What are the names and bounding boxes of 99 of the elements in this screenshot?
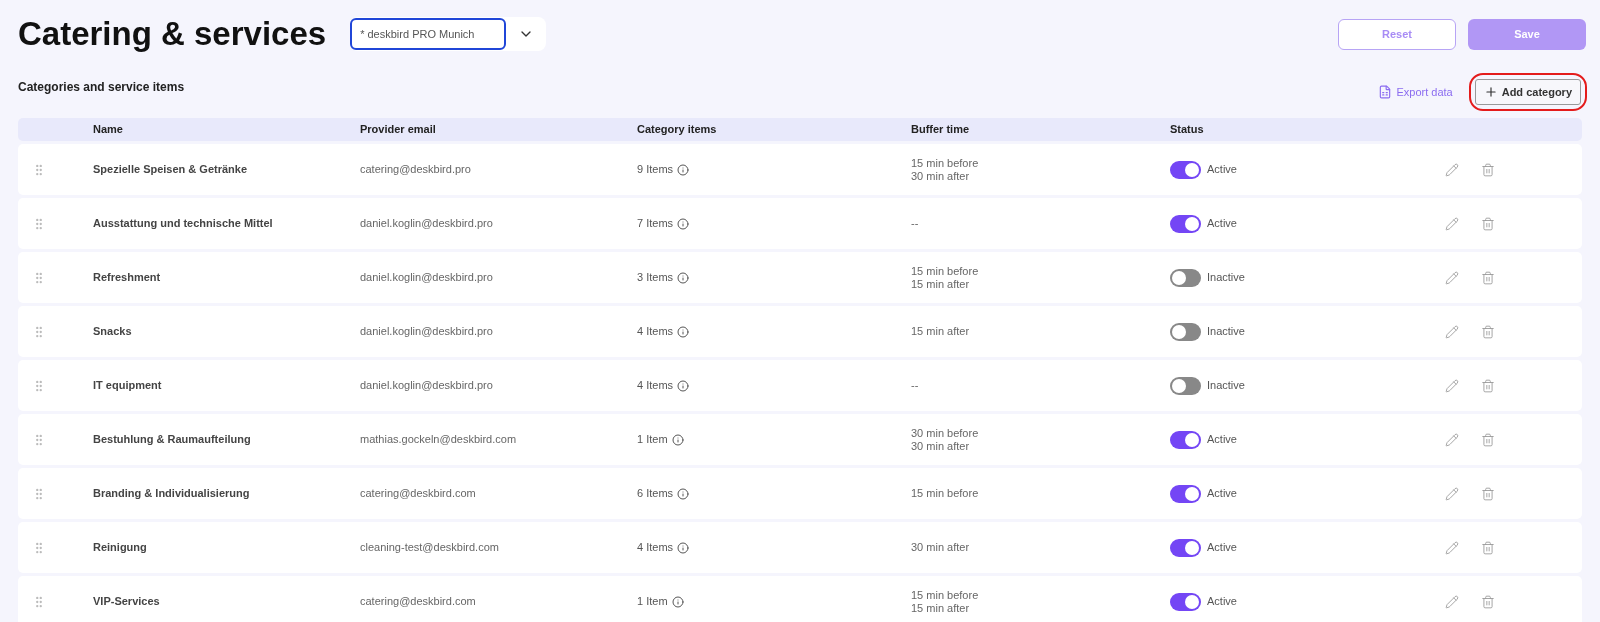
reset-button[interactable]: Reset	[1338, 18, 1456, 50]
spreadsheet-icon	[1378, 85, 1393, 99]
category-name: Bestuhlung & Raumaufteilung	[93, 432, 252, 448]
category-name: Reinigung	[93, 540, 148, 556]
delete-icon[interactable]	[1481, 540, 1495, 555]
edit-icon[interactable]	[1445, 270, 1459, 285]
info-icon[interactable]	[677, 325, 690, 338]
buffer-time: 30 min after	[911, 439, 971, 453]
status-label: Inactive	[1207, 270, 1245, 286]
status-toggle[interactable]	[1170, 484, 1201, 503]
category-name: Spezielle Speisen & Getränke	[93, 162, 249, 178]
category-name: Snacks	[93, 324, 133, 340]
provider-email: mathias.gockeln@deskbird.com	[360, 432, 518, 448]
column-header: Buffer time	[911, 122, 971, 138]
edit-icon[interactable]	[1445, 324, 1459, 339]
item-count: 4 Items	[637, 378, 674, 394]
edit-icon[interactable]	[1445, 540, 1459, 555]
item-count: 4 Items	[637, 540, 674, 556]
edit-icon[interactable]	[1445, 162, 1459, 177]
column-header: Category items	[637, 122, 718, 138]
category-name: VIP-Services	[93, 594, 161, 610]
item-count: 6 Items	[637, 486, 674, 502]
buffer-time: 15 min after	[911, 325, 971, 338]
info-icon[interactable]	[677, 217, 690, 230]
status-label: Active	[1207, 486, 1237, 502]
info-icon[interactable]	[671, 595, 684, 608]
status-toggle[interactable]	[1170, 160, 1201, 179]
add-category-button[interactable]: Add category	[1474, 79, 1581, 105]
provider-email: daniel.koglin@deskbird.pro	[360, 216, 494, 232]
status-label: Inactive	[1207, 324, 1245, 340]
delete-icon[interactable]	[1481, 324, 1495, 339]
buffer-time: 15 min before	[911, 487, 980, 500]
delete-icon[interactable]	[1481, 432, 1495, 447]
status-label: Active	[1207, 594, 1237, 610]
delete-icon[interactable]	[1481, 378, 1495, 393]
buffer-time: --	[911, 379, 920, 392]
buffer-time: 30 min after	[911, 169, 971, 183]
category-name: Branding & Individualisierung	[93, 486, 251, 502]
status-label: Active	[1207, 540, 1237, 556]
buffer-time: 30 min after	[911, 541, 971, 554]
item-count: 1 Item	[637, 594, 668, 610]
provider-email: catering@deskbird.com	[360, 486, 477, 502]
info-icon[interactable]	[677, 379, 690, 392]
info-icon[interactable]	[671, 433, 684, 446]
category-name: Ausstattung und technische Mittel	[93, 216, 274, 232]
buffer-time: 15 min before	[911, 588, 980, 602]
status-label: Active	[1207, 162, 1237, 178]
item-count: 3 Items	[637, 270, 674, 286]
column-header: Provider email	[360, 122, 437, 138]
buffer-time: --	[911, 217, 920, 230]
category-name: Refreshment	[93, 270, 162, 286]
status-toggle[interactable]	[1170, 592, 1201, 611]
provider-email: catering@deskbird.com	[360, 594, 477, 610]
provider-email: daniel.koglin@deskbird.pro	[360, 378, 494, 394]
delete-icon[interactable]	[1481, 216, 1495, 231]
delete-icon[interactable]	[1481, 594, 1495, 609]
delete-icon[interactable]	[1481, 162, 1495, 177]
delete-icon[interactable]	[1481, 486, 1495, 501]
buffer-time: 15 min after	[911, 601, 971, 615]
edit-icon[interactable]	[1445, 432, 1459, 447]
item-count: 1 Item	[637, 432, 668, 448]
status-toggle[interactable]	[1170, 376, 1201, 395]
edit-icon[interactable]	[1445, 378, 1459, 393]
export-data-link[interactable]: Export data	[1378, 83, 1453, 101]
status-toggle[interactable]	[1170, 322, 1201, 341]
section-title: Categories and service items	[18, 79, 185, 96]
info-icon[interactable]	[677, 163, 690, 176]
edit-icon[interactable]	[1445, 594, 1459, 609]
buffer-time: 15 min before	[911, 264, 980, 278]
location-select[interactable]: * deskbird PRO Munich	[350, 17, 547, 51]
info-icon[interactable]	[677, 487, 690, 500]
delete-icon[interactable]	[1481, 270, 1495, 285]
status-label: Active	[1207, 216, 1237, 232]
info-icon[interactable]	[677, 541, 690, 554]
plus-icon	[1483, 85, 1498, 99]
page-title: Catering & services	[18, 14, 327, 55]
status-toggle[interactable]	[1170, 214, 1201, 233]
status-toggle[interactable]	[1170, 268, 1201, 287]
item-count: 9 Items	[637, 162, 674, 178]
status-label: Active	[1207, 432, 1237, 448]
buffer-time: 15 min before	[911, 156, 980, 170]
edit-icon[interactable]	[1445, 216, 1459, 231]
item-count: 4 Items	[637, 324, 674, 340]
status-label: Inactive	[1207, 378, 1245, 394]
status-toggle[interactable]	[1170, 538, 1201, 557]
buffer-time: 15 min after	[911, 277, 971, 291]
status-toggle[interactable]	[1170, 430, 1201, 449]
save-button[interactable]: Save	[1468, 18, 1586, 50]
buffer-time: 30 min before	[911, 426, 980, 440]
info-icon[interactable]	[677, 271, 690, 284]
edit-icon[interactable]	[1445, 486, 1459, 501]
provider-email: catering@deskbird.pro	[360, 162, 472, 178]
category-name: IT equipment	[93, 378, 163, 394]
item-count: 7 Items	[637, 216, 674, 232]
column-header: Name	[93, 122, 124, 138]
column-header: Status	[1170, 122, 1205, 138]
provider-email: daniel.koglin@deskbird.pro	[360, 270, 494, 286]
provider-email: daniel.koglin@deskbird.pro	[360, 324, 494, 340]
provider-email: cleaning-test@deskbird.com	[360, 540, 500, 556]
